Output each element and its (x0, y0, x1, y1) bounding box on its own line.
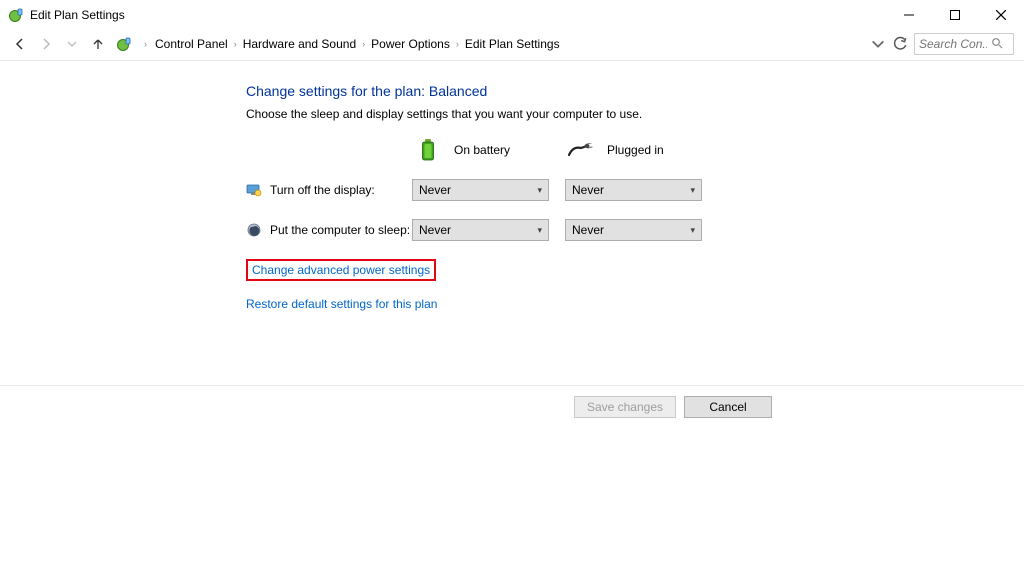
window-controls (886, 0, 1024, 30)
restore-defaults-link[interactable]: Restore default settings for this plan (246, 297, 437, 311)
back-button[interactable] (10, 34, 30, 54)
breadcrumb-item[interactable]: Hardware and Sound (243, 37, 356, 51)
cancel-button-label: Cancel (709, 400, 746, 414)
search-field[interactable] (919, 37, 987, 51)
chevron-right-icon: › (360, 39, 367, 49)
select-value: Never (419, 183, 451, 197)
page-subtitle: Choose the sleep and display settings th… (246, 107, 1024, 121)
chevron-right-icon: › (232, 39, 239, 49)
refresh-icon[interactable] (892, 36, 908, 52)
forward-button[interactable] (36, 34, 56, 54)
save-button[interactable]: Save changes (574, 396, 676, 418)
sleep-battery-select[interactable]: Never ▾ (412, 219, 549, 241)
select-value: Never (419, 223, 451, 237)
plugged-in-label: Plugged in (607, 143, 664, 157)
close-button[interactable] (978, 0, 1024, 30)
display-plugged-select[interactable]: Never ▾ (565, 179, 702, 201)
address-dropdown-icon[interactable] (870, 36, 886, 52)
select-value: Never (572, 183, 604, 197)
sleep-plugged-select[interactable]: Never ▾ (565, 219, 702, 241)
titlebar: Edit Plan Settings (0, 0, 1024, 30)
chevron-down-icon: ▾ (537, 225, 542, 236)
plug-icon (565, 143, 597, 157)
minimize-button[interactable] (886, 0, 932, 30)
recent-dropdown-icon[interactable] (62, 34, 82, 54)
main-content: Change settings for the plan: Balanced C… (0, 61, 1024, 311)
column-headers: On battery Plugged in (246, 139, 1024, 161)
chevron-right-icon: › (454, 39, 461, 49)
address-bar: › Control Panel › Hardware and Sound › P… (0, 30, 1024, 58)
sleep-timeout-label: Put the computer to sleep: (270, 223, 410, 237)
display-timeout-label: Turn off the display: (270, 183, 375, 197)
page-title: Change settings for the plan: Balanced (246, 83, 1024, 99)
up-button[interactable] (88, 34, 108, 54)
search-input[interactable] (914, 33, 1014, 55)
chevron-down-icon: ▾ (537, 185, 542, 196)
control-panel-icon (116, 36, 132, 52)
display-icon (246, 182, 262, 198)
battery-icon (412, 139, 444, 161)
power-options-icon (8, 7, 24, 23)
window-title: Edit Plan Settings (30, 8, 125, 22)
save-button-label: Save changes (587, 400, 663, 414)
display-timeout-row: Turn off the display: Never ▾ Never ▾ (246, 179, 1024, 201)
chevron-down-icon: ▾ (690, 225, 695, 236)
chevron-right-icon: › (142, 39, 149, 49)
display-battery-select[interactable]: Never ▾ (412, 179, 549, 201)
cancel-button[interactable]: Cancel (684, 396, 772, 418)
breadcrumb-item[interactable]: Control Panel (155, 37, 228, 51)
sleep-timeout-row: Put the computer to sleep: Never ▾ Never… (246, 219, 1024, 241)
breadcrumb-item[interactable]: Power Options (371, 37, 450, 51)
breadcrumb: Control Panel › Hardware and Sound › Pow… (155, 37, 560, 51)
breadcrumb-item[interactable]: Edit Plan Settings (465, 37, 560, 51)
sleep-icon (246, 222, 262, 238)
advanced-power-settings-link[interactable]: Change advanced power settings (252, 263, 430, 277)
maximize-button[interactable] (932, 0, 978, 30)
select-value: Never (572, 223, 604, 237)
chevron-down-icon: ▾ (690, 185, 695, 196)
footer-buttons: Save changes Cancel (0, 385, 1024, 418)
search-icon (991, 37, 1003, 52)
highlight-box: Change advanced power settings (246, 259, 436, 281)
on-battery-label: On battery (454, 143, 510, 157)
